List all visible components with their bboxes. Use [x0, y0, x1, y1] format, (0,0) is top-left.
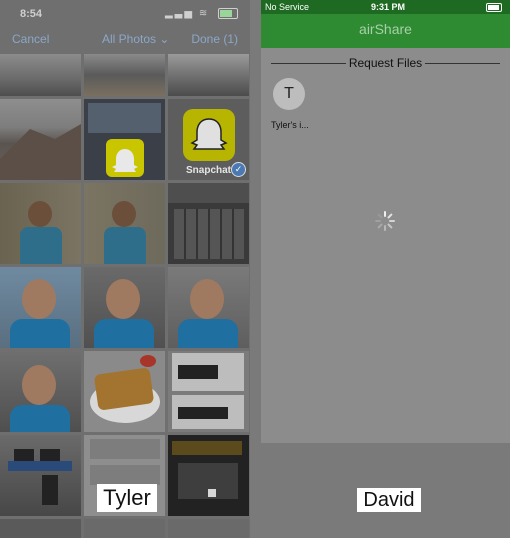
photo-thumbnail[interactable] [84, 99, 165, 180]
photo-thumbnail[interactable] [84, 351, 165, 432]
photo-thumbnail-selected[interactable]: Snapchat ✓ [168, 99, 249, 180]
selected-check-icon: ✓ [231, 162, 246, 177]
carrier-label: No Service [265, 2, 310, 12]
status-time: 9:31 PM [371, 2, 406, 12]
photo-thumbnail[interactable] [168, 183, 249, 264]
album-label: All Photos [102, 32, 157, 46]
signal-wifi-icon: ▂▃▅ ≋ [164, 8, 210, 20]
done-button[interactable]: Done (1) [191, 32, 238, 46]
mountain-image [0, 124, 81, 180]
album-selector[interactable]: All Photos ⌄ [102, 32, 169, 46]
david-caption: David [357, 488, 421, 512]
loading-spinner-icon [375, 211, 395, 231]
app-title: airShare [359, 21, 412, 37]
status-bar: No Service 9:31 PM [261, 0, 510, 14]
photo-thumbnail[interactable] [84, 54, 165, 96]
status-time: 8:54 [20, 8, 43, 20]
status-bar: 8:54 ▂▃▅ ≋ [0, 0, 250, 26]
section-title: Request Files [271, 56, 500, 70]
request-files-panel: Request Files T Tyler's i... [261, 48, 510, 443]
photo-thumbnail[interactable] [168, 519, 249, 538]
status-icons: ▂▃▅ ≋ [165, 8, 238, 19]
cancel-button[interactable]: Cancel [12, 32, 49, 46]
photo-thumbnail[interactable] [168, 435, 249, 516]
battery-icon [486, 3, 502, 12]
tyler-caption: Tyler [97, 484, 157, 512]
photo-thumbnail[interactable] [0, 54, 81, 96]
photo-thumbnail[interactable] [168, 267, 249, 348]
photo-thumbnail[interactable] [0, 519, 81, 538]
photo-thumbnail[interactable] [84, 183, 165, 264]
app-header: airShare [261, 14, 510, 48]
photo-thumbnail[interactable] [0, 267, 81, 348]
photo-thumbnail[interactable] [0, 99, 81, 180]
photo-thumbnail[interactable] [168, 54, 249, 96]
photo-thumbnail[interactable] [0, 435, 81, 516]
photo-thumbnail[interactable] [84, 267, 165, 348]
battery-icon [218, 8, 238, 19]
photo-thumbnail[interactable] [0, 351, 81, 432]
device-avatar[interactable]: T [273, 78, 305, 110]
snapchat-caption: Snapchat [186, 165, 232, 176]
picker-navbar: Cancel All Photos ⌄ Done (1) [0, 26, 250, 54]
chevron-down-icon: ⌄ [159, 32, 170, 46]
photo-thumbnail[interactable] [0, 183, 81, 264]
airshare-screen: No Service 9:31 PM airShare Request File… [261, 0, 510, 538]
photo-thumbnail[interactable] [168, 351, 249, 432]
photo-thumbnail[interactable] [84, 519, 165, 538]
photo-picker-screen: 8:54 ▂▃▅ ≋ Cancel All Photos ⌄ Done (1) [0, 0, 250, 538]
device-name: Tyler's i... [271, 120, 309, 130]
ghost-icon [112, 149, 138, 172]
